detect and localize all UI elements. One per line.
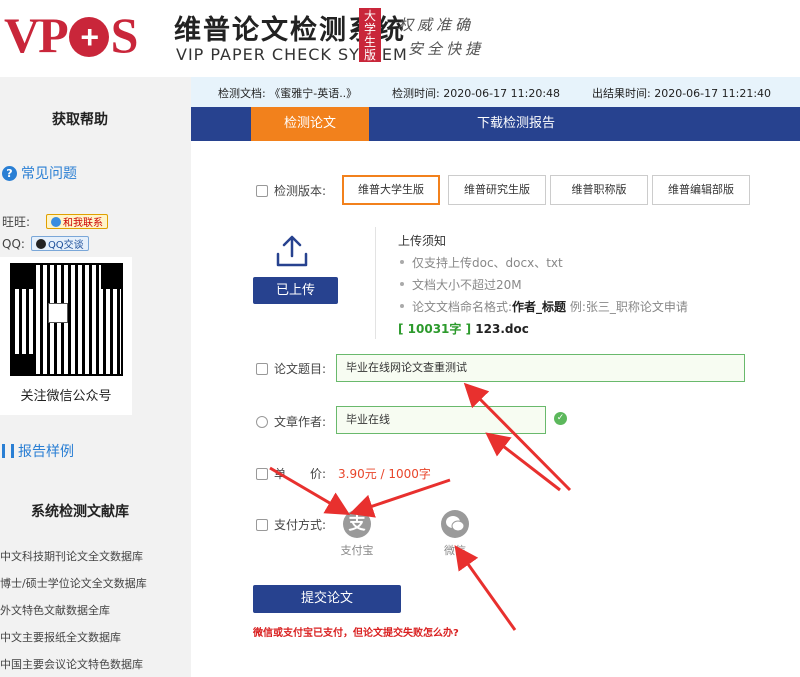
logo-letters-vp: VP bbox=[4, 7, 69, 63]
logo: VP + S bbox=[4, 6, 139, 64]
wangwang-icon bbox=[51, 216, 62, 227]
tab-download-report[interactable]: 下载检测报告 bbox=[451, 107, 581, 141]
result-time-label: 出结果时间: bbox=[592, 87, 651, 100]
report-sample-label: 报告样例 bbox=[18, 444, 74, 460]
version-label-text: 检测版本: bbox=[274, 184, 327, 198]
check-time-label: 检测时间: bbox=[392, 87, 440, 100]
library-title: 系统检测文献库 bbox=[31, 504, 129, 520]
header: VP + S 维普论文检测系统 VIP PAPER CHECK SYSTEM 大学生… bbox=[0, 0, 800, 77]
author-label: 文章作者: bbox=[256, 413, 326, 430]
library-item[interactable]: 中国主要会议论文特色数据库 bbox=[0, 656, 143, 672]
faq-link[interactable]: ? 常见问题 bbox=[2, 163, 77, 183]
wangwang-button-label: 和我联系 bbox=[63, 218, 104, 229]
library-item[interactable]: 中文科技期刊论文全文数据库 bbox=[0, 548, 143, 564]
qr-center-logo-icon bbox=[48, 303, 68, 323]
price-label-text-1: 单 bbox=[274, 467, 287, 481]
slogan-line-2: 安全快捷 bbox=[408, 40, 485, 58]
price-label-text-2: 价: bbox=[310, 467, 327, 481]
version-option-undergrad[interactable]: 维普大学生版 bbox=[342, 175, 440, 205]
qq-penguin-icon bbox=[35, 238, 46, 249]
wangwang-row: 旺旺: 和我联系 bbox=[2, 213, 109, 230]
help-title: 获取帮助 bbox=[52, 112, 108, 128]
pay-label-text: 支付方式: bbox=[274, 518, 327, 532]
price-value: 3.90元 / 1000字 bbox=[338, 467, 431, 481]
report-sample-link[interactable]: 报告样例 bbox=[2, 441, 74, 461]
result-time-value: 2020-06-17 11:21:40 bbox=[654, 87, 772, 100]
user-icon bbox=[256, 415, 268, 428]
author-label-text: 文章作者: bbox=[274, 415, 327, 429]
upload-notice-item: 论文文档命名格式:作者_标题 例:张三_职称论文申请 bbox=[400, 298, 688, 315]
faq-label: 常见问题 bbox=[21, 166, 77, 182]
version-option-editorial[interactable]: 维普编辑部版 bbox=[652, 175, 750, 205]
check-time-info: 检测时间: 2020-06-17 11:20:48 bbox=[392, 85, 560, 101]
qq-button-label: QQ交谈 bbox=[47, 240, 84, 251]
upload-notice-item: 仅支持上传doc、docx、txt bbox=[400, 254, 563, 271]
author-input[interactable]: 毕业在线 bbox=[336, 406, 546, 434]
version-label: 检测版本: bbox=[256, 182, 326, 199]
upload-notice-title: 上传须知 bbox=[398, 234, 447, 248]
document-info-bar: 检测文档: 《蜜雅宁-英语..》 检测时间: 2020-06-17 11:20:… bbox=[191, 77, 800, 107]
title-label-text: 论文题目: bbox=[274, 362, 327, 376]
library-item[interactable]: 外文特色文献数据全库 bbox=[0, 602, 110, 618]
title-label: 论文题目: bbox=[256, 360, 326, 377]
paper-title-input[interactable]: 毕业在线网论文查重测试 bbox=[336, 354, 745, 382]
version-icon bbox=[256, 184, 268, 197]
sidebar: 获取帮助 ? 常见问题 旺旺: 和我联系 QQ: QQ交谈 关注微信公众号 报告… bbox=[0, 77, 191, 677]
logo-badge: 大学生版 bbox=[359, 8, 381, 62]
tab-bar: 检测论文 下载检测报告 bbox=[191, 107, 800, 141]
pay-icon bbox=[256, 518, 268, 531]
qr-caption: 关注微信公众号 bbox=[20, 389, 112, 404]
wechat-qr-card: 关注微信公众号 bbox=[0, 257, 132, 415]
submit-paper-button[interactable]: 提交论文 bbox=[253, 585, 401, 613]
wechat-icon bbox=[441, 510, 469, 538]
version-option-professional[interactable]: 维普职称版 bbox=[550, 175, 648, 205]
wechat-pay-option[interactable]: 微信 bbox=[435, 510, 475, 558]
uploaded-button[interactable]: 已上传 bbox=[253, 277, 338, 304]
library-item[interactable]: 博士/硕士学位论文全文数据库 bbox=[0, 575, 147, 591]
file-word-count: [ 10031字 ] bbox=[398, 322, 472, 336]
doc-value: 《蜜雅宁-英语..》 bbox=[269, 87, 358, 100]
title-icon bbox=[256, 362, 268, 375]
qq-label: QQ: bbox=[2, 236, 25, 251]
upload-notice-item: 文档大小不超过20M bbox=[400, 276, 522, 293]
alipay-icon: 支 bbox=[343, 510, 371, 538]
logo-plus-icon: + bbox=[68, 17, 109, 57]
file-name: 123.doc bbox=[475, 322, 529, 336]
uploaded-file-info: [ 10031字 ] 123.doc bbox=[398, 320, 529, 337]
alipay-label: 支付宝 bbox=[340, 544, 374, 557]
question-icon: ? bbox=[2, 165, 17, 181]
pay-method-label: 支付方式: bbox=[256, 516, 326, 533]
doc-label: 检测文档: bbox=[218, 87, 266, 100]
report-sample-icon bbox=[2, 444, 14, 458]
version-option-graduate[interactable]: 维普研究生版 bbox=[448, 175, 546, 205]
main-panel: 检测文档: 《蜜雅宁-英语..》 检测时间: 2020-06-17 11:20:… bbox=[191, 77, 800, 677]
wechat-label: 微信 bbox=[444, 544, 466, 557]
price-icon bbox=[256, 467, 268, 480]
upload-divider bbox=[375, 227, 376, 339]
wangwang-contact-button[interactable]: 和我联系 bbox=[46, 214, 109, 229]
qq-row: QQ: QQ交谈 bbox=[2, 236, 89, 251]
wangwang-label: 旺旺: bbox=[2, 215, 31, 229]
result-time-info: 出结果时间: 2020-06-17 11:21:40 bbox=[592, 85, 771, 101]
check-time-value: 2020-06-17 11:20:48 bbox=[443, 87, 561, 100]
price-label: 单 价: bbox=[256, 465, 326, 482]
upload-icon bbox=[276, 235, 308, 267]
alipay-option[interactable]: 支 支付宝 bbox=[337, 510, 377, 558]
qq-chat-button[interactable]: QQ交谈 bbox=[30, 236, 89, 251]
doc-info: 检测文档: 《蜜雅宁-英语..》 bbox=[218, 85, 357, 101]
payment-failure-help-link[interactable]: 微信或支付宝已支付，但论文提交失败怎么办? bbox=[253, 624, 459, 639]
tab-check-paper[interactable]: 检测论文 bbox=[251, 107, 369, 141]
library-item[interactable]: 中文主要报纸全文数据库 bbox=[0, 629, 121, 645]
slogan-line-1: 权威准确 bbox=[398, 16, 475, 34]
logo-letters-s: S bbox=[110, 7, 139, 63]
author-valid-check-icon: ✓ bbox=[554, 412, 567, 425]
